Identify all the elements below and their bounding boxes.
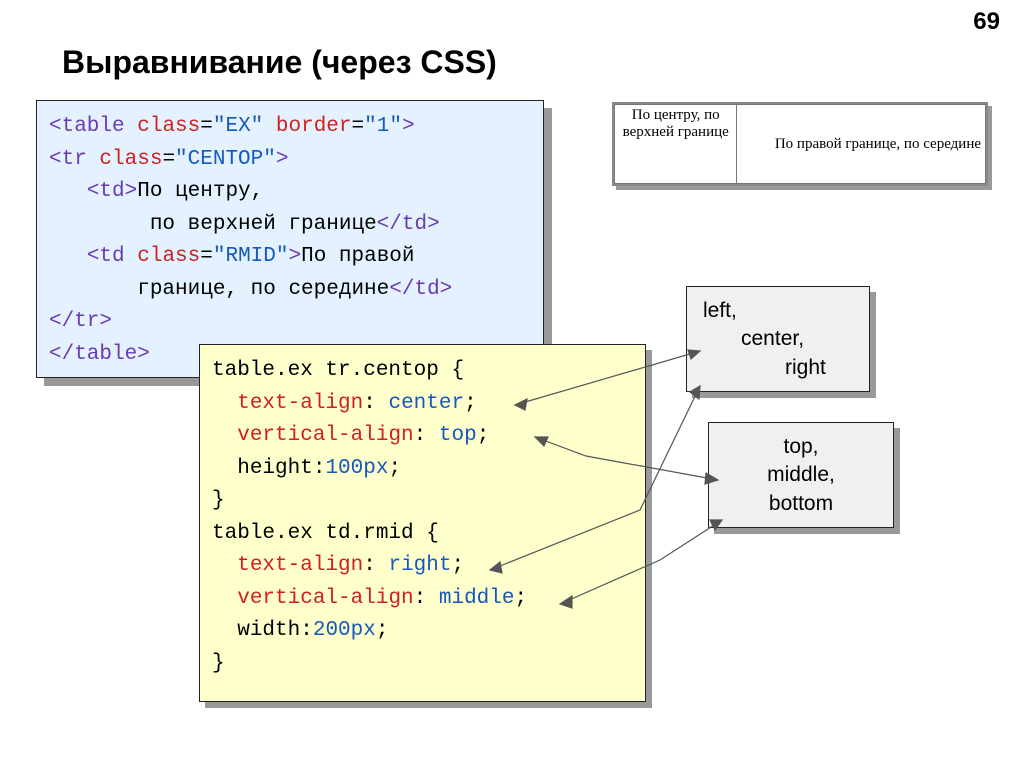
page-title: Выравнивание (через CSS) bbox=[62, 44, 497, 81]
text-align-values-box: left, center, right bbox=[686, 286, 870, 392]
example-cell-centop: По центру, по верхней границе bbox=[615, 105, 737, 184]
example-cell-rmid: По правой границе, по середине bbox=[737, 105, 986, 184]
example-output: По центру, по верхней границе По правой … bbox=[612, 102, 988, 186]
css-code: table.ex tr.centop { text-align: center;… bbox=[200, 345, 645, 692]
vertical-align-values-box: top, middle, bottom bbox=[708, 422, 894, 528]
html-code: <table class="EX" border="1"> <tr class=… bbox=[37, 101, 543, 383]
css-code-panel: table.ex tr.centop { text-align: center;… bbox=[199, 344, 646, 702]
page-number: 69 bbox=[973, 8, 1000, 36]
html-code-panel: <table class="EX" border="1"> <tr class=… bbox=[36, 100, 544, 378]
